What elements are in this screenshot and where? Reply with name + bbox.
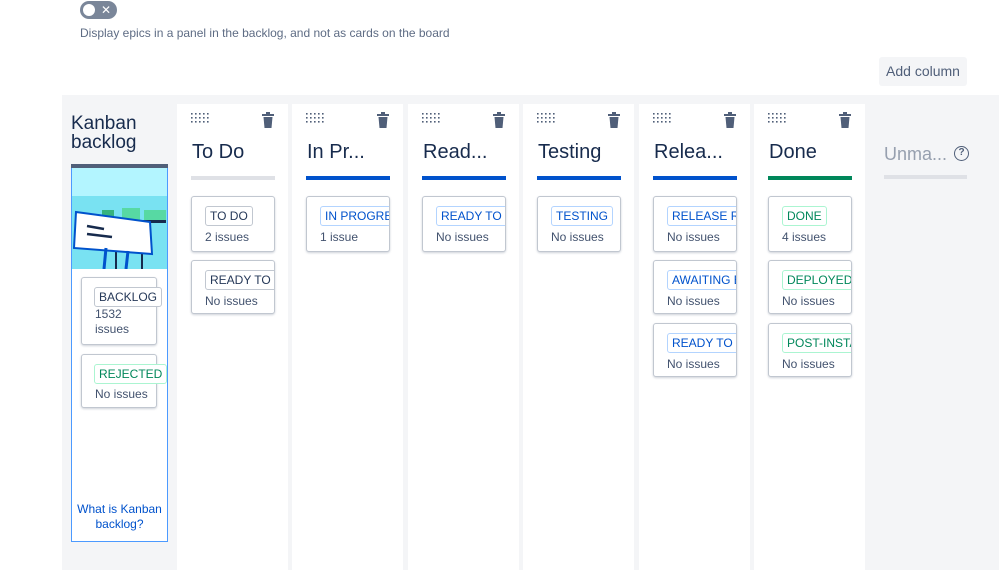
column-status-bar bbox=[422, 176, 506, 180]
status-card-rejected[interactable]: REJECTED No issues bbox=[81, 354, 168, 408]
status-lozenge: READY TO DEPLOY bbox=[667, 333, 736, 353]
trash-icon[interactable] bbox=[724, 112, 736, 128]
kanban-backlog-illustration bbox=[72, 168, 167, 269]
issue-count: No issues bbox=[551, 230, 604, 244]
column-title[interactable]: In Pr... bbox=[307, 141, 365, 164]
status-card[interactable]: DEPLOYED No issues bbox=[768, 260, 852, 314]
status-lozenge: BACKLOG bbox=[94, 287, 163, 307]
drag-handle-icon[interactable] bbox=[653, 113, 671, 125]
status-lozenge: IN PROGRESS bbox=[320, 206, 389, 226]
status-card[interactable]: AWAITING BUILD No issues bbox=[653, 260, 737, 314]
status-card[interactable]: DONE 4 issues bbox=[768, 196, 852, 252]
issue-count: No issues bbox=[667, 357, 720, 371]
issue-count: No issues bbox=[436, 230, 489, 244]
unmapped-statuses-title: Unma... bbox=[884, 144, 948, 164]
status-lozenge: RELEASE READY bbox=[667, 206, 736, 226]
status-lozenge: DEPLOYED bbox=[782, 270, 851, 290]
issue-count: 1532 issues bbox=[95, 307, 130, 336]
issue-count: No issues bbox=[95, 387, 148, 401]
drag-handle-icon[interactable] bbox=[306, 113, 324, 125]
board-column-to-do[interactable]: To Do TO DO 2 issues READY TO GO No issues bbox=[177, 104, 288, 570]
kanban-backlog-title: Kanban backlog bbox=[71, 113, 137, 153]
board-column-in-pr[interactable]: In Pr... IN PROGRESS 1 issue bbox=[292, 104, 403, 570]
status-card[interactable]: READY TO TEST No issues bbox=[422, 196, 506, 252]
unmapped-statuses-bar bbox=[884, 175, 967, 179]
status-card[interactable]: POST-INSTALL No issues bbox=[768, 323, 852, 377]
status-lozenge: REJECTED bbox=[94, 364, 168, 384]
status-lozenge: AWAITING BUILD bbox=[667, 270, 736, 290]
issue-count: No issues bbox=[667, 230, 720, 244]
trash-icon[interactable] bbox=[608, 112, 620, 128]
epics-toggle-description: Display epics in a panel in the backlog,… bbox=[80, 26, 450, 40]
board-column-done[interactable]: Done DONE 4 issues DEPLOYED No issues POST-IN… bbox=[754, 104, 865, 570]
trash-icon[interactable] bbox=[377, 112, 389, 128]
trash-icon[interactable] bbox=[493, 112, 505, 128]
column-title[interactable]: Read... bbox=[423, 141, 487, 164]
column-title[interactable]: Relea... bbox=[654, 141, 723, 164]
status-lozenge: READY TO TEST bbox=[436, 206, 505, 226]
status-lozenge: POST-INSTALL bbox=[782, 333, 851, 353]
status-card[interactable]: READY TO DEPLOY No issues bbox=[653, 323, 737, 377]
issue-count: No issues bbox=[782, 357, 835, 371]
status-card[interactable]: RELEASE READY No issues bbox=[653, 196, 737, 252]
status-lozenge: TESTING bbox=[551, 206, 614, 226]
drag-handle-icon[interactable] bbox=[768, 113, 786, 125]
issue-count: No issues bbox=[782, 294, 835, 308]
status-card[interactable]: TESTING No issues bbox=[537, 196, 621, 252]
status-card[interactable]: IN PROGRESS 1 issue bbox=[306, 196, 390, 252]
trash-icon[interactable] bbox=[262, 112, 274, 128]
issue-count: 2 issues bbox=[205, 230, 250, 244]
add-column-button[interactable]: Add column bbox=[879, 57, 967, 86]
issue-count: No issues bbox=[667, 294, 720, 308]
issue-count: 1 issue bbox=[320, 230, 359, 244]
board-column-testing[interactable]: Testing TESTING No issues bbox=[523, 104, 634, 570]
drag-handle-icon[interactable] bbox=[537, 113, 555, 125]
column-status-bar bbox=[191, 176, 275, 180]
what-is-kanban-backlog-link[interactable]: What is Kanban backlog? bbox=[71, 502, 168, 532]
help-icon[interactable]: ? bbox=[954, 146, 969, 161]
epics-panel-toggle[interactable]: ✕ bbox=[80, 1, 117, 19]
column-status-bar bbox=[768, 176, 852, 180]
column-title[interactable]: Testing bbox=[538, 141, 601, 164]
issue-count: 4 issues bbox=[782, 230, 827, 244]
trash-icon[interactable] bbox=[839, 112, 851, 128]
column-status-bar bbox=[537, 176, 621, 180]
column-status-bar bbox=[306, 176, 390, 180]
status-lozenge: TO DO bbox=[205, 206, 253, 226]
x-icon: ✕ bbox=[100, 3, 111, 17]
column-status-bar bbox=[653, 176, 737, 180]
board-column-read[interactable]: Read... READY TO TEST No issues bbox=[408, 104, 519, 570]
column-title[interactable]: To Do bbox=[192, 141, 244, 164]
status-lozenge: DONE bbox=[782, 206, 827, 226]
status-card[interactable]: READY TO GO No issues bbox=[191, 260, 275, 314]
board-column-relea[interactable]: Relea...RELEASE READYNo issuesAWAITING B… bbox=[639, 104, 750, 570]
issue-count: No issues bbox=[205, 294, 258, 308]
status-card[interactable]: TO DO 2 issues bbox=[191, 196, 275, 252]
status-card-backlog[interactable]: BACKLOG 1532 issues bbox=[81, 277, 163, 345]
column-title[interactable]: Done bbox=[769, 141, 817, 164]
drag-handle-icon[interactable] bbox=[422, 113, 440, 125]
toggle-knob bbox=[83, 4, 95, 16]
drag-handle-icon[interactable] bbox=[191, 113, 209, 125]
status-lozenge: READY TO GO bbox=[205, 270, 274, 290]
